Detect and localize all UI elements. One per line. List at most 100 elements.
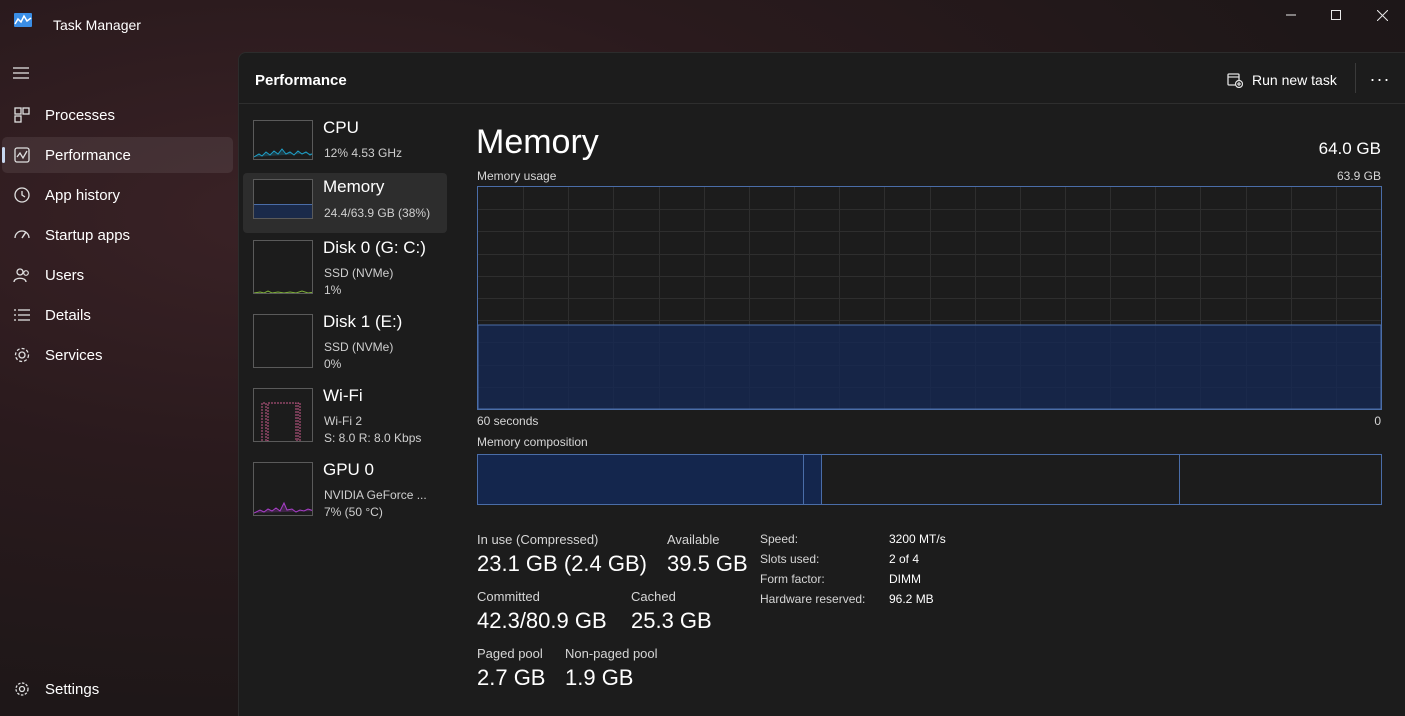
sidebar-item-label: App history [45, 187, 121, 204]
non-paged-pool-value: 1.9 GB [565, 665, 634, 690]
resource-name: GPU 0 [323, 460, 375, 479]
graph-time-left: 60 seconds [477, 414, 539, 428]
resource-name: Memory [323, 177, 385, 196]
maximize-icon [1331, 10, 1341, 20]
page-header: Performance Run new task ··· [239, 53, 1405, 104]
non-paged-pool-label: Non-paged pool [565, 646, 658, 661]
committed-value: 42.3/80.9 GB [477, 608, 607, 633]
users-icon [13, 268, 29, 283]
spec-value-hardware-reserved: 96.2 MB [889, 592, 934, 606]
composition-standby[interactable] [822, 455, 1180, 504]
in-use-value: 23.1 GB (2.4 GB) [477, 551, 647, 576]
disk-1-thumbnail [253, 314, 313, 368]
resource-detail: SSD (NVMe) [324, 340, 394, 354]
sidebar-item-label: Startup apps [45, 227, 131, 244]
sidebar-item-performance[interactable]: Performance [2, 137, 233, 173]
resource-detail: 12% 4.53 GHz [324, 146, 403, 160]
sidebar-item-processes[interactable]: Processes [2, 97, 233, 133]
memory-usage-graph [477, 186, 1382, 410]
cached-label: Cached [631, 589, 676, 604]
resource-name: Disk 0 (G: C:) [323, 238, 426, 257]
resource-name: Disk 1 (E:) [323, 312, 403, 331]
resource-usage: 1% [324, 283, 342, 297]
sidebar-item-services[interactable]: Services [2, 337, 233, 373]
in-use-label: In use (Compressed) [477, 532, 599, 547]
sidebar-item-label: Settings [45, 681, 100, 698]
composition-in-use[interactable] [478, 455, 804, 504]
resource-detail: SSD (NVMe) [324, 266, 394, 280]
close-button[interactable] [1359, 0, 1405, 30]
available-value: 39.5 GB [667, 551, 748, 576]
resource-name: CPU [323, 118, 359, 137]
resource-item-gpu-0[interactable]: GPU 0 NVIDIA GeForce ... 7% (50 °C) [243, 456, 447, 519]
memory-usage-area [478, 324, 1381, 409]
sidebar-item-label: Details [45, 307, 91, 324]
memory-usage-label: Memory usage [477, 169, 557, 183]
processes-icon [14, 107, 30, 123]
available-label: Available [667, 532, 720, 547]
paged-pool-value: 2.7 GB [477, 665, 546, 690]
memory-composition-bar [477, 454, 1382, 505]
minimize-icon [1286, 14, 1296, 16]
resource-detail: 24.4/63.9 GB (38%) [324, 206, 431, 220]
spec-value-speed: 3200 MT/s [889, 532, 946, 546]
sidebar-item-label: Performance [45, 147, 131, 164]
details-icon [14, 309, 30, 321]
run-task-icon [1227, 73, 1243, 88]
graph-time-right: 0 [1374, 414, 1381, 428]
memory-thumbnail [253, 179, 313, 219]
resource-name: Wi-Fi [323, 386, 363, 405]
services-icon [14, 347, 30, 363]
close-icon [1376, 9, 1388, 21]
spec-key-hardware-reserved: Hardware reserved: [760, 592, 866, 606]
header-divider [1355, 63, 1356, 93]
task-manager-icon [14, 13, 32, 27]
sidebar-item-settings[interactable]: Settings [2, 671, 233, 707]
wifi-thumbnail [253, 388, 313, 442]
maximize-button[interactable] [1313, 0, 1359, 30]
cached-value: 25.3 GB [631, 608, 712, 633]
composition-modified[interactable] [804, 455, 822, 504]
resource-usage: 7% (50 °C) [324, 505, 383, 519]
memory-usage-max: 63.9 GB [1336, 169, 1381, 183]
page-title: Performance [255, 72, 347, 89]
spec-key-slots: Slots used: [760, 552, 820, 566]
sidebar-item-app-history[interactable]: App history [2, 177, 233, 213]
sidebar-item-users[interactable]: Users [2, 257, 233, 293]
resource-item-wifi[interactable]: Wi-Fi Wi-Fi 2 S: 8.0 R: 8.0 Kbps [243, 382, 447, 445]
resource-item-disk-1[interactable]: Disk 1 (E:) SSD (NVMe) 0% [243, 308, 447, 371]
run-new-task-label: Run new task [1252, 72, 1337, 88]
sidebar-item-startup-apps[interactable]: Startup apps [2, 217, 233, 253]
app-title: Task Manager [53, 17, 141, 33]
detail-title: Memory [476, 123, 599, 161]
startup-apps-icon [14, 230, 30, 239]
memory-total: 64.0 GB [1318, 139, 1381, 158]
sidebar-item-label: Processes [45, 107, 116, 124]
sidebar-item-details[interactable]: Details [2, 297, 233, 333]
resource-item-disk-0[interactable]: Disk 0 (G: C:) SSD (NVMe) 1% [243, 234, 447, 297]
resource-item-cpu[interactable]: CPU 12% 4.53 GHz [243, 114, 447, 174]
resource-usage: 0% [324, 357, 342, 371]
spec-key-form-factor: Form factor: [760, 572, 825, 586]
composition-free[interactable] [1180, 455, 1381, 504]
minimize-button[interactable] [1268, 0, 1314, 30]
resource-detail: NVIDIA GeForce ... [324, 488, 427, 502]
memory-composition-label: Memory composition [477, 435, 588, 449]
disk-0-thumbnail [253, 240, 313, 294]
cpu-thumbnail [253, 120, 313, 160]
performance-icon [14, 147, 30, 163]
spec-value-slots: 2 of 4 [889, 552, 920, 566]
title-bar: Task Manager [0, 0, 1405, 52]
hamburger-menu-icon[interactable] [12, 66, 30, 80]
more-icon: ··· [1369, 68, 1391, 89]
gpu-0-thumbnail [253, 462, 313, 516]
spec-key-speed: Speed: [760, 532, 799, 546]
more-options-button[interactable]: ··· [1365, 65, 1395, 93]
resource-item-memory[interactable]: Memory 24.4/63.9 GB (38%) [243, 173, 447, 233]
main-panel: Performance Run new task ··· CPU 12% 4.5… [238, 52, 1405, 716]
spec-value-form-factor: DIMM [889, 572, 921, 586]
sidebar-item-label: Services [45, 347, 103, 364]
run-new-task-button[interactable]: Run new task [1227, 66, 1351, 94]
sidebar-item-label: Users [45, 267, 85, 284]
app-history-icon [14, 187, 30, 203]
